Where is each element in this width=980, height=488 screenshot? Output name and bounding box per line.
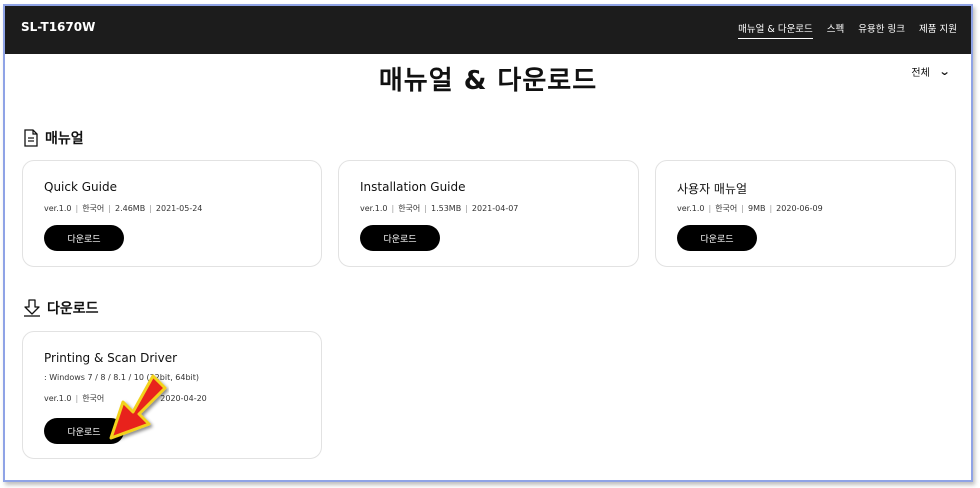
nav-product-support[interactable]: 제품 지원 [919,21,957,39]
card-title: Installation Guide [360,180,466,194]
card-date: 2021-05-24 [155,204,203,213]
card-date: 2021-04-07 [471,204,519,213]
manual-card: Quick Guide ver.1.0 | 한국어 | 2.46MB | 2021-05-2… [22,160,322,267]
filter-dropdown[interactable]: 전체 ⌄ [911,64,951,79]
downloads-section-heading: 다운로드 [23,298,99,318]
download-button[interactable]: 다운로드 [360,225,440,251]
card-language: 한국어 [82,204,105,213]
filter-selected-value: 전체 [911,68,930,79]
downloads-heading-label: 다운로드 [47,301,99,317]
manuals-heading-label: 매뉴얼 [45,131,84,147]
card-version: ver.1.0 [44,394,72,403]
manual-card: Installation Guide ver.1.0 | 한국어 | 1.53MB | 20… [338,160,639,267]
card-date: 2020-06-09 [776,204,823,213]
page-frame: SL-T1670W 매뉴얼 & 다운로드 스펙 유용한 링크 제품 지원 매뉴얼… [3,4,973,482]
card-version: ver.1.0 [677,204,705,213]
nav-spec[interactable]: 스펙 [827,21,844,39]
card-meta: ver.1.0 | 한국어 | 9MB | 2020-06-09 [677,204,823,213]
chevron-down-icon: ⌄ [938,65,951,78]
card-meta: ver.1.0 | 한국어 | 1.53MB | 2021-04-07 [360,204,519,213]
document-icon [24,129,38,147]
nav-useful-links[interactable]: 유용한 링크 [858,21,905,39]
manual-card: 사용자 매뉴얼 ver.1.0 | 한국어 | 9MB | 2020-06-09 다운로드 [655,160,956,267]
top-navigation-bar: SL-T1670W 매뉴얼 & 다운로드 스펙 유용한 링크 제품 지원 [5,6,971,54]
card-language: 한국어 [715,204,738,213]
download-icon [24,299,40,317]
card-language: 한국어 [398,204,421,213]
nav-manual-download[interactable]: 매뉴얼 & 다운로드 [738,21,813,39]
page-title: 매뉴얼 & 다운로드 [378,66,598,96]
download-button[interactable]: 다운로드 [677,225,757,251]
manuals-section-heading: 매뉴얼 [23,128,84,148]
top-nav: 매뉴얼 & 다운로드 스펙 유용한 링크 제품 지원 [738,21,957,39]
card-title: Quick Guide [44,180,117,194]
download-card: Printing & Scan Driver : Windows 7 / 8 /… [22,331,322,459]
card-title: Printing & Scan Driver [44,351,178,365]
red-arrow-icon [109,374,167,440]
card-size: 9MB [747,204,766,213]
card-size: 2.46MB [114,204,146,213]
card-language: 한국어 [82,394,105,403]
card-size: 1.53MB [430,204,462,213]
card-version: ver.1.0 [360,204,388,213]
card-version: ver.1.0 [44,204,72,213]
card-meta: ver.1.0 | 한국어 | 2.46MB | 2021-05-24 [44,204,203,213]
card-title: 사용자 매뉴얼 [677,182,748,196]
download-button[interactable]: 다운로드 [44,225,124,251]
model-name: SL-T1670W [21,20,96,34]
